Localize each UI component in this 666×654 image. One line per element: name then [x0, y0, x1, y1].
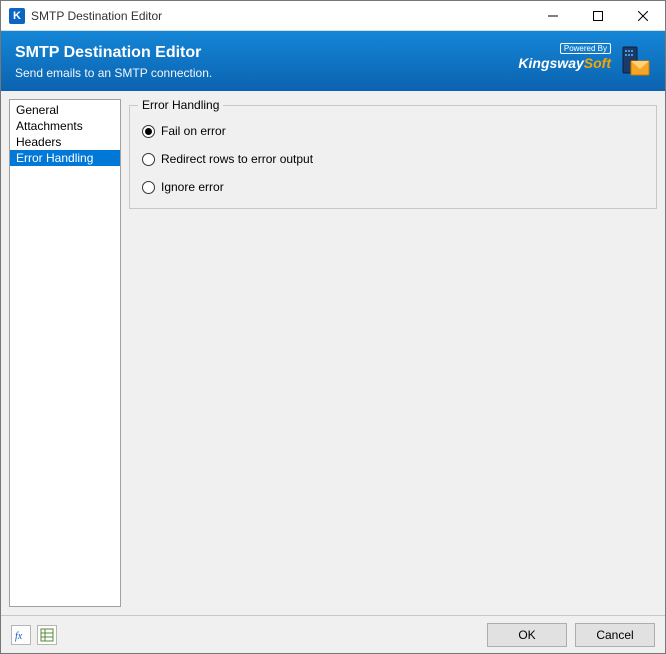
- sidebar: General Attachments Headers Error Handli…: [9, 99, 121, 607]
- radio-icon: [142, 125, 155, 138]
- banner-subtitle: Send emails to an SMTP connection.: [15, 66, 212, 80]
- radio-icon: [142, 181, 155, 194]
- fx-icon: fx: [14, 628, 28, 642]
- svg-text:fx: fx: [15, 631, 23, 642]
- option-label: Fail on error: [161, 124, 226, 138]
- feature-icon: [621, 45, 651, 79]
- cancel-button[interactable]: Cancel: [575, 623, 655, 647]
- properties-button[interactable]: [37, 625, 57, 645]
- sidebar-item-headers[interactable]: Headers: [10, 134, 120, 150]
- grid-icon: [40, 628, 54, 642]
- radio-icon: [142, 153, 155, 166]
- expression-button[interactable]: fx: [11, 625, 31, 645]
- window-title: SMTP Destination Editor: [31, 9, 162, 23]
- brand-name: KingswaySoft: [518, 55, 611, 71]
- main-panel: Error Handling Fail on error Redirect ro…: [129, 99, 657, 607]
- maximize-icon: [593, 11, 603, 21]
- titlebar: K SMTP Destination Editor: [1, 1, 665, 31]
- sidebar-item-general[interactable]: General: [10, 102, 120, 118]
- sidebar-item-attachments[interactable]: Attachments: [10, 118, 120, 134]
- option-label: Redirect rows to error output: [161, 152, 313, 166]
- close-icon: [638, 11, 648, 21]
- banner: SMTP Destination Editor Send emails to a…: [1, 31, 665, 91]
- option-ignore-error[interactable]: Ignore error: [142, 180, 644, 194]
- option-redirect-rows[interactable]: Redirect rows to error output: [142, 152, 644, 166]
- maximize-button[interactable]: [575, 1, 620, 31]
- error-handling-group: Error Handling Fail on error Redirect ro…: [129, 105, 657, 209]
- body: General Attachments Headers Error Handli…: [1, 91, 665, 615]
- minimize-button[interactable]: [530, 1, 575, 31]
- ok-button[interactable]: OK: [487, 623, 567, 647]
- brand-logo: Powered By KingswaySoft: [518, 43, 611, 71]
- minimize-icon: [548, 11, 558, 21]
- sidebar-item-error-handling[interactable]: Error Handling: [10, 150, 120, 166]
- option-fail-on-error[interactable]: Fail on error: [142, 124, 644, 138]
- app-icon: K: [9, 8, 25, 24]
- option-label: Ignore error: [161, 180, 224, 194]
- close-button[interactable]: [620, 1, 665, 31]
- powered-by-label: Powered By: [560, 43, 611, 54]
- footer: fx OK Cancel: [1, 615, 665, 653]
- window: K SMTP Destination Editor SMTP Destinati…: [0, 0, 666, 654]
- banner-title: SMTP Destination Editor: [15, 42, 212, 64]
- group-title: Error Handling: [138, 98, 223, 112]
